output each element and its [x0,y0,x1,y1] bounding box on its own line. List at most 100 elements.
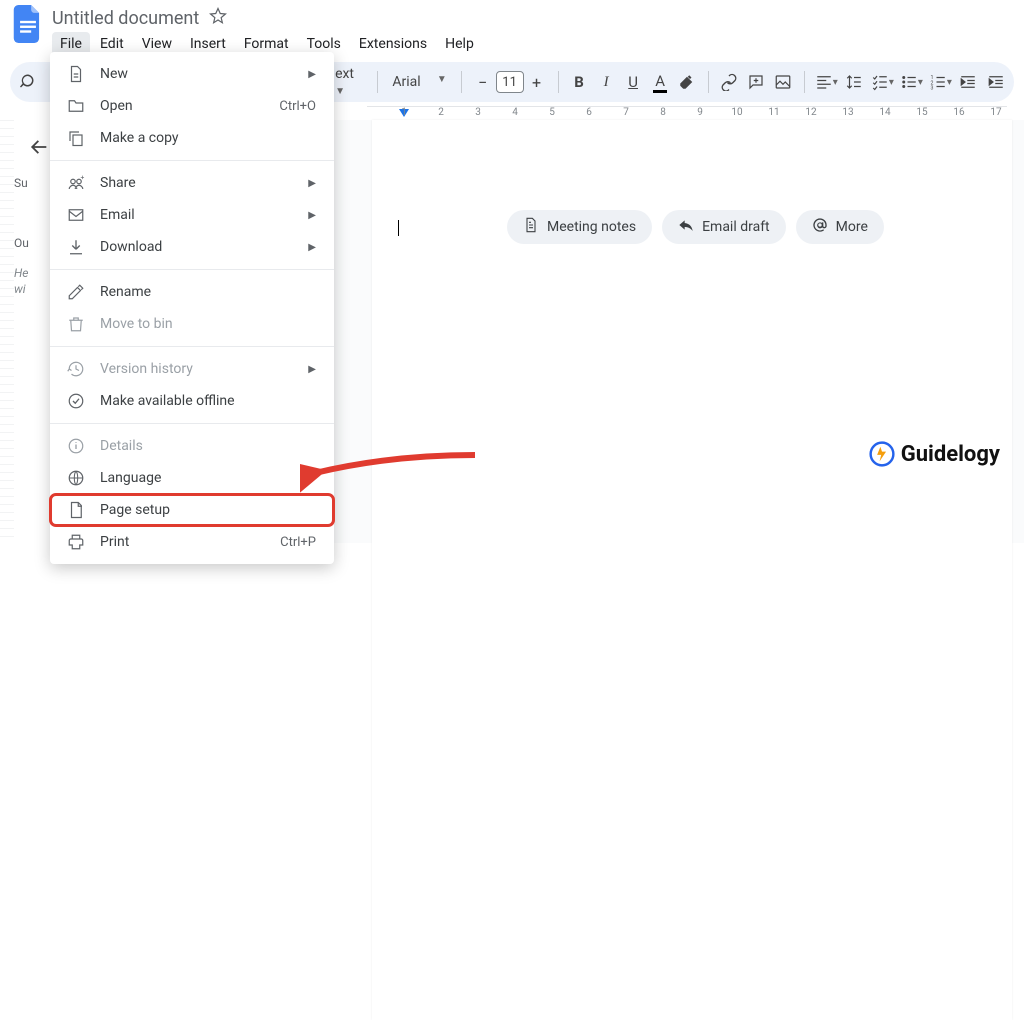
menu-item-label: Language [100,470,308,486]
menu-item-label: Share [100,175,308,191]
font-size-control: − 11 + [472,71,548,93]
file-menu-version-history: Version history▶ [50,353,334,385]
file-menu-open[interactable]: OpenCtrl+O [50,90,334,122]
at-icon [812,217,828,237]
submenu-arrow-icon: ▶ [308,178,316,189]
align-button[interactable]: ▾ [815,70,838,94]
menu-help[interactable]: Help [437,32,482,56]
history-icon [66,360,86,378]
menu-item-label: Details [100,438,316,454]
checklist-button[interactable]: ▾ [871,70,894,94]
reply-icon [678,217,694,237]
menu-shortcut: Ctrl+P [280,535,316,550]
doc-icon [66,65,86,83]
vertical-ruler[interactable] [0,120,14,543]
print-icon [66,533,86,551]
ruler-tick: 13 [842,107,853,118]
submenu-arrow-icon: ▶ [308,242,316,253]
document-page[interactable]: Meeting notes Email draft More [372,120,1012,1020]
file-menu-move-to-bin: Move to bin [50,308,334,340]
submenu-arrow-icon: ▶ [308,364,316,375]
submenu-arrow-icon: ▶ [308,69,316,80]
menu-separator [50,269,334,270]
menu-item-label: Download [100,239,308,255]
menu-item-label: Move to bin [100,316,316,332]
file-menu-page-setup[interactable]: Page setup [50,494,334,526]
ruler-tick: 1 [401,107,407,118]
chip-more[interactable]: More [796,210,884,244]
file-menu-language[interactable]: Language▶ [50,462,334,494]
summary-label: Su [14,176,28,190]
ruler-tick: 5 [549,107,555,118]
file-menu-print[interactable]: PrintCtrl+P [50,526,334,558]
ruler-tick: 14 [879,107,890,118]
font-family-dropdown[interactable]: Arial ▼ [388,74,450,90]
underline-button[interactable]: U [623,70,644,94]
insert-image-button[interactable] [773,70,794,94]
ruler-tick: 17 [990,107,1001,118]
bulleted-list-button[interactable]: ▾ [900,70,923,94]
ruler-tick: 12 [805,107,816,118]
menu-item-label: Email [100,207,308,223]
file-menu-email[interactable]: Email▶ [50,199,334,231]
file-menu-download[interactable]: Download▶ [50,231,334,263]
menu-shortcut: Ctrl+O [279,99,316,114]
text-cursor [398,220,399,236]
ruler-tick: 8 [660,107,666,118]
doc-title[interactable]: Untitled document [52,8,199,29]
highlight-button[interactable] [677,70,698,94]
docs-logo[interactable] [10,6,46,42]
doc-icon [523,217,539,237]
indent-decrease-button[interactable] [958,70,979,94]
outline-hint: Hewi [14,266,28,297]
italic-button[interactable]: I [596,70,617,94]
file-menu-make-a-copy[interactable]: Make a copy [50,122,334,154]
chip-label: More [836,219,868,235]
file-menu-details: Details [50,430,334,462]
menu-item-label: Print [100,534,280,550]
text-color-button[interactable]: A [650,70,671,94]
font-size-value[interactable]: 11 [496,71,524,93]
numbered-list-button[interactable]: 123▾ [929,70,952,94]
annotation-arrow [300,445,480,499]
file-menu-dropdown: New▶OpenCtrl+OMake a copy+Share▶Email▶Do… [50,52,334,564]
menu-item-label: Page setup [100,502,316,518]
chip-email-draft[interactable]: Email draft [662,210,786,244]
file-menu-new[interactable]: New▶ [50,58,334,90]
mail-icon [66,206,86,224]
share-icon: + [66,174,86,192]
ruler-tick: 16 [953,107,964,118]
bold-button[interactable]: B [568,70,589,94]
file-menu-share[interactable]: + Share▶ [50,167,334,199]
font-size-decrease[interactable]: − [472,73,494,92]
rename-icon [66,283,86,301]
file-menu-make-available-offline[interactable]: Make available offline [50,385,334,417]
ruler-tick: 3 [475,107,481,118]
menu-item-label: Open [100,98,279,114]
menu-item-label: Make available offline [100,393,316,409]
trash-icon [66,315,86,333]
star-icon[interactable] [209,7,227,29]
watermark-icon [869,441,895,467]
menu-extensions[interactable]: Extensions [351,32,435,56]
back-arrow-icon[interactable] [28,136,50,162]
indent-increase-button[interactable] [985,70,1006,94]
chip-meeting-notes[interactable]: Meeting notes [507,210,652,244]
ruler-tick: 4 [512,107,518,118]
paragraph-style-dropdown[interactable]: ext ▼ [331,66,367,98]
ruler-tick: 9 [697,107,703,118]
menu-item-label: Rename [100,284,316,300]
search-icon[interactable] [18,70,39,94]
menu-item-label: Make a copy [100,130,316,146]
insert-link-button[interactable] [719,70,740,94]
ruler-tick: 6 [586,107,592,118]
outline-label: Ou [14,236,29,250]
menu-item-label: Version history [100,361,308,377]
add-comment-button[interactable] [746,70,767,94]
copy-icon [66,129,86,147]
menu-separator [50,160,334,161]
line-spacing-button[interactable] [844,70,865,94]
file-menu-rename[interactable]: Rename [50,276,334,308]
font-size-increase[interactable]: + [526,73,548,92]
ruler-tick: 11 [768,107,779,118]
